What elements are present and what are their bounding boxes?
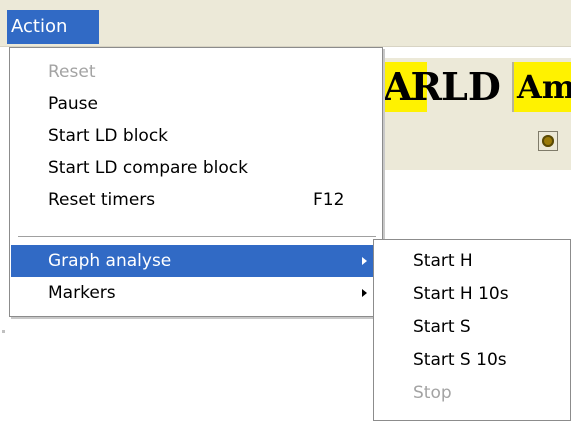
menu-action[interactable]: Action <box>7 10 99 44</box>
menu-item-label: Pause <box>48 94 98 114</box>
chevron-right-icon <box>362 289 367 297</box>
submenu-item-start-h-10s[interactable]: Start H 10s <box>375 278 569 311</box>
toolbar: AR LD Am <box>383 58 571 119</box>
submenu-item-label: Start H 10s <box>413 284 509 304</box>
toolbar-button-ld[interactable]: LD <box>437 62 505 112</box>
menu-item-reset-timers[interactable]: Reset timers F12 <box>11 184 381 216</box>
menu-item-markers[interactable]: Markers <box>11 277 381 309</box>
menu-item-start-ld-compare-block[interactable]: Start LD compare block <box>11 152 381 184</box>
action-menu: Reset Pause Start LD block Start LD comp… <box>9 47 383 317</box>
toolbar-button-ar[interactable]: AR <box>383 62 442 112</box>
menu-separator <box>18 236 376 237</box>
menu-item-label: Reset <box>48 62 96 82</box>
submenu-item-label: Start S 10s <box>413 350 507 370</box>
menu-item-pause[interactable]: Pause <box>11 88 381 120</box>
submenu-item-start-s[interactable]: Start S <box>375 311 569 344</box>
chevron-right-icon <box>362 257 367 265</box>
submenu-item-start-h[interactable]: Start H <box>375 245 569 278</box>
menubar: Action <box>0 0 571 47</box>
menu-item-label: Start LD compare block <box>48 158 248 178</box>
menu-item-label: Start LD block <box>48 126 169 146</box>
submenu-item-label: Start H <box>413 251 473 271</box>
background-dot <box>2 330 5 333</box>
submenu-item-label: Start S <box>413 317 471 337</box>
graph-analyse-submenu: Start H Start H 10s Start S Start S 10s … <box>373 239 571 421</box>
toolbar-secondary <box>383 118 571 170</box>
menu-item-graph-analyse[interactable]: Graph analyse <box>11 245 381 277</box>
menu-item-label: Graph analyse <box>48 251 172 271</box>
menu-item-reset[interactable]: Reset <box>11 56 381 88</box>
menu-item-start-ld-block[interactable]: Start LD block <box>11 120 381 152</box>
smiley-icon[interactable] <box>538 131 558 151</box>
submenu-item-label: Stop <box>413 383 452 403</box>
menu-item-label: Reset timers <box>48 190 156 210</box>
menu-item-shortcut: F12 <box>313 190 345 210</box>
submenu-item-stop[interactable]: Stop <box>375 377 569 410</box>
toolbar-button-am[interactable]: Am <box>512 62 571 112</box>
menu-item-label: Markers <box>48 283 116 303</box>
submenu-item-start-s-10s[interactable]: Start S 10s <box>375 344 569 377</box>
